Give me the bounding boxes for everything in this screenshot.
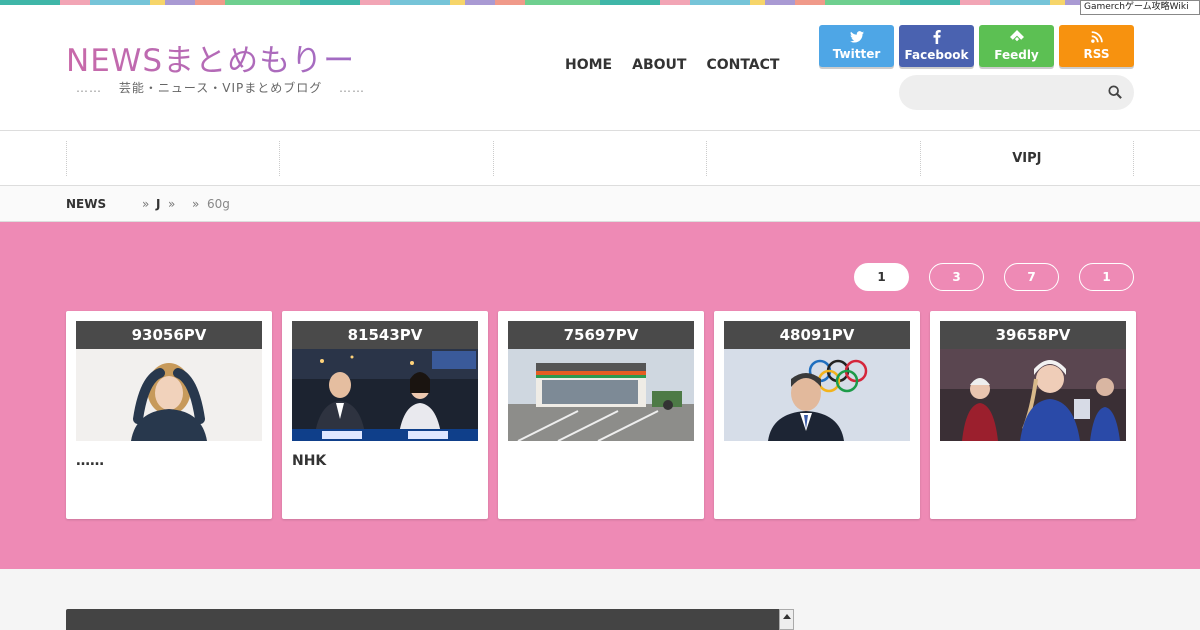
- feedly-icon: [1009, 30, 1024, 48]
- article-title[interactable]: ……: [76, 453, 262, 469]
- content-panel-header: [66, 609, 779, 630]
- pageview-count: 75697PV: [508, 321, 694, 349]
- twitter-button[interactable]: Twitter: [819, 25, 894, 67]
- nav-contact-link[interactable]: CONTACT: [706, 57, 779, 73]
- main-nav: HOME ABOUT CONTACT: [565, 57, 779, 73]
- ranking-tab[interactable]: 1: [1079, 263, 1134, 291]
- ranking-tab[interactable]: 3: [929, 263, 984, 291]
- category-nav: VIPJ: [0, 131, 1200, 186]
- gamerch-badge[interactable]: Gamerchゲーム攻略Wiki: [1080, 0, 1200, 15]
- rss-icon: [1090, 31, 1103, 47]
- article-thumbnail[interactable]: [76, 349, 262, 441]
- social-buttons: Twitter Facebook Feedly RSS: [819, 25, 1134, 67]
- article-thumbnail[interactable]: [292, 349, 478, 441]
- pageview-count: 81543PV: [292, 321, 478, 349]
- ranking-tab[interactable]: 7: [1004, 263, 1059, 291]
- pageview-count: 39658PV: [940, 321, 1126, 349]
- facebook-button[interactable]: Facebook: [899, 25, 974, 67]
- pageview-count: 93056PV: [76, 321, 262, 349]
- breadcrumb-home[interactable]: NEWS: [66, 197, 106, 211]
- ranking-card[interactable]: 48091PV: [714, 311, 920, 519]
- pageview-count: 48091PV: [724, 321, 910, 349]
- ranking-section: 1 3 7 1 93056PV …… 81543PV NHK 75697PV 4…: [0, 222, 1200, 569]
- breadcrumb-separator: »: [168, 197, 176, 211]
- ranking-cards: 93056PV …… 81543PV NHK 75697PV 48091PV 3…: [66, 311, 1136, 519]
- category-item[interactable]: [492, 141, 706, 176]
- article-title[interactable]: NHK: [292, 453, 478, 469]
- breadcrumb-category[interactable]: J: [156, 197, 160, 211]
- search-input[interactable]: [899, 75, 1094, 110]
- site-header: NEWSまとめもりー …… 芸能・ニュース・VIPまとめブログ …… HOME …: [0, 5, 1200, 131]
- category-item-vipj[interactable]: VIPJ: [919, 141, 1135, 176]
- twitter-bird-icon: [849, 31, 864, 47]
- category-item[interactable]: [279, 141, 492, 176]
- article-thumbnail[interactable]: [508, 349, 694, 441]
- facebook-f-icon: [933, 30, 941, 48]
- breadcrumb-current: 60g: [207, 197, 230, 211]
- search-icon[interactable]: [1108, 84, 1124, 100]
- nav-home-link[interactable]: HOME: [565, 57, 612, 73]
- feedly-button[interactable]: Feedly: [979, 25, 1054, 67]
- search-box: [899, 75, 1134, 110]
- caret-up-icon: [783, 614, 791, 619]
- ranking-card[interactable]: 75697PV: [498, 311, 704, 519]
- ranking-card[interactable]: 81543PV NHK: [282, 311, 488, 519]
- breadcrumb-separator: »: [192, 197, 200, 211]
- breadcrumb-separator: »: [142, 197, 150, 211]
- ranking-tabs: 1 3 7 1: [854, 263, 1134, 291]
- site-logo[interactable]: NEWSまとめもりー: [66, 35, 355, 80]
- ranking-card[interactable]: 93056PV ……: [66, 311, 272, 519]
- site-tagline: …… 芸能・ニュース・VIPまとめブログ ……: [76, 81, 366, 95]
- category-item[interactable]: [66, 141, 279, 176]
- article-thumbnail[interactable]: [724, 349, 910, 441]
- category-item[interactable]: [706, 141, 919, 176]
- ranking-card[interactable]: 39658PV: [930, 311, 1136, 519]
- scroll-up-button[interactable]: [779, 609, 794, 630]
- ranking-tab[interactable]: 1: [854, 263, 909, 291]
- nav-about-link[interactable]: ABOUT: [632, 57, 686, 73]
- article-thumbnail[interactable]: [940, 349, 1126, 441]
- rss-button[interactable]: RSS: [1059, 25, 1134, 67]
- breadcrumb: NEWS » J » » 60g: [0, 186, 1200, 222]
